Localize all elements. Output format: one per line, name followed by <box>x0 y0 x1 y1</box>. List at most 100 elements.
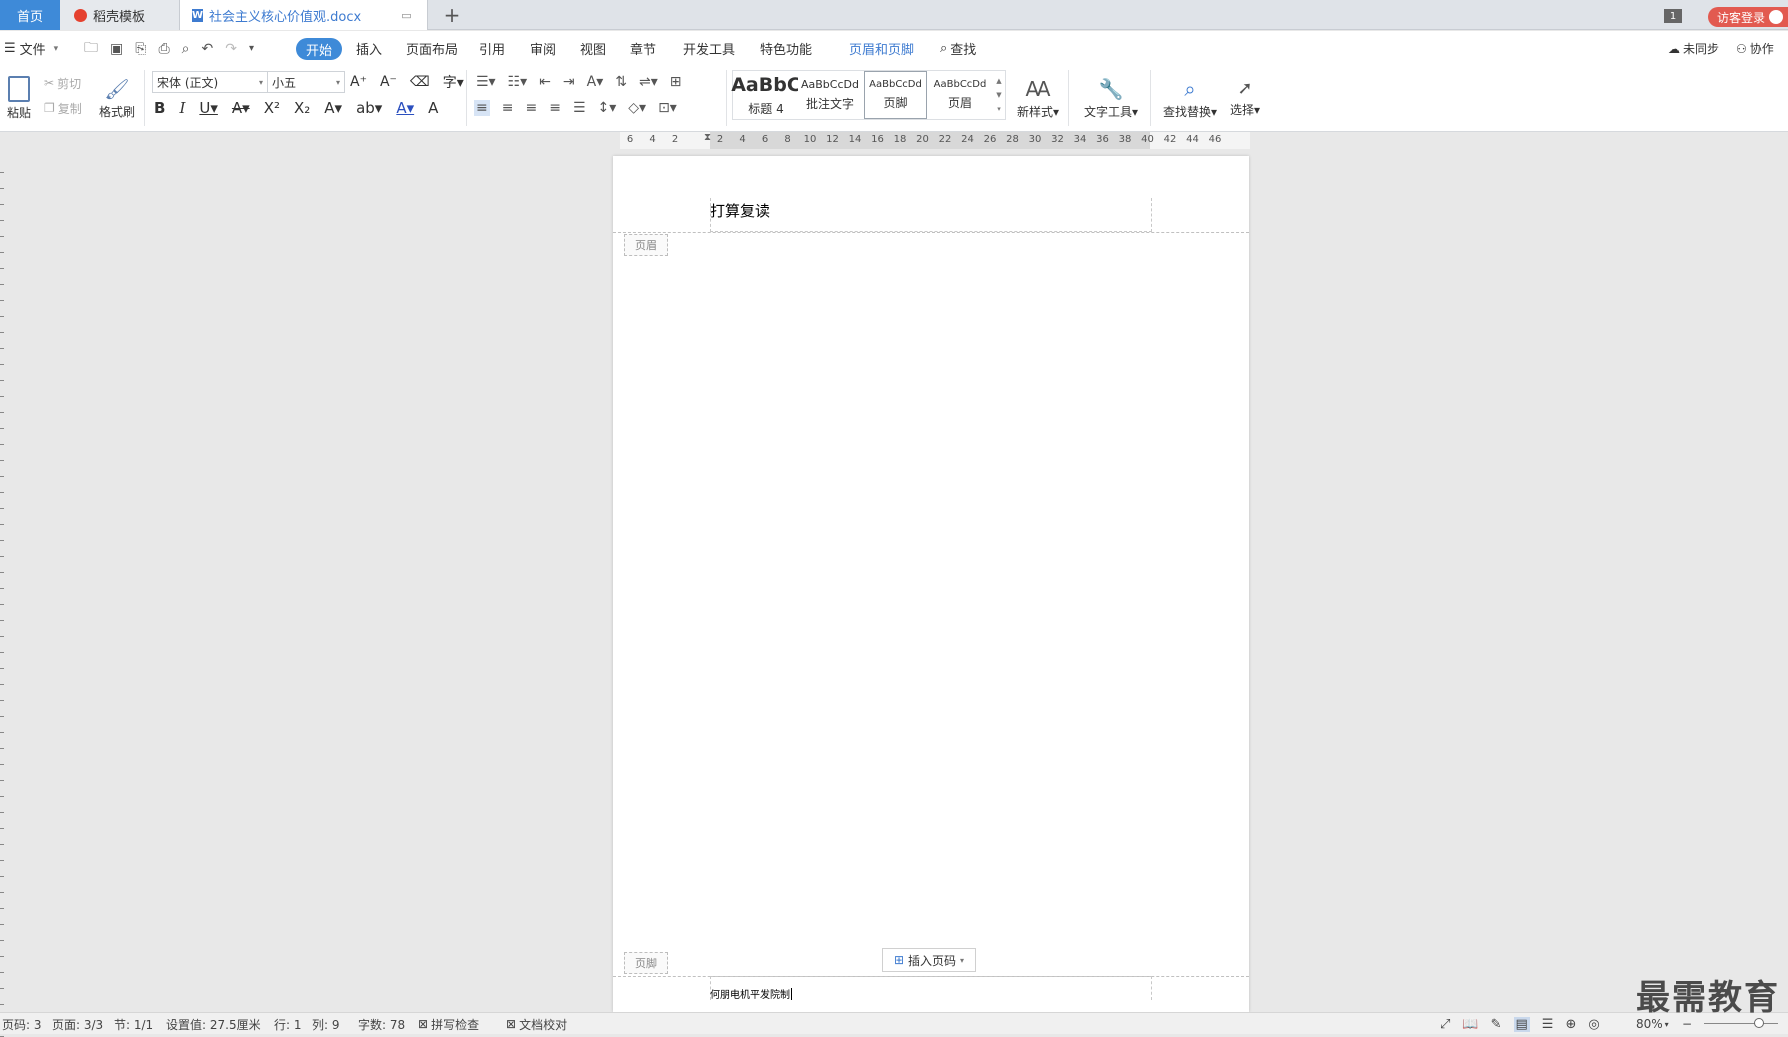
menu-tab-view[interactable]: 视图 <box>580 31 606 66</box>
tab-home[interactable]: 首页 <box>0 0 60 30</box>
outdent-icon[interactable]: ⇤ <box>539 74 551 90</box>
subscript-icon[interactable]: X₂ <box>294 99 310 117</box>
justify-icon[interactable]: ≡ <box>549 100 561 116</box>
collab-button[interactable]: ⚇ 协作 <box>1736 31 1774 66</box>
insert-page-number-button[interactable]: ⊞ 插入页码 ▾ <box>882 948 976 972</box>
menu-tab-reference[interactable]: 引用 <box>479 31 505 66</box>
reading-view-icon[interactable]: 📖 <box>1462 1017 1478 1032</box>
menu-tab-review[interactable]: 审阅 <box>530 31 556 66</box>
line-spacing-icon[interactable]: ⇌▾ <box>639 74 658 90</box>
menu-tab-features[interactable]: 特色功能 <box>760 31 812 66</box>
table-grid-icon[interactable]: ⊞ <box>670 74 682 90</box>
eye-protection-icon[interactable]: ◎ <box>1588 1017 1599 1032</box>
format-painter-button[interactable]: 🖌 格式刷 <box>96 72 138 124</box>
status-row[interactable]: 行: 1 <box>274 1013 302 1035</box>
print-icon[interactable]: ⎙ <box>158 41 169 57</box>
file-menu[interactable]: ☰ 文件 ▾ <box>4 31 58 66</box>
new-tab-button[interactable]: + <box>436 0 468 30</box>
style-heading4[interactable]: AaBbC 标题 4 <box>731 71 801 119</box>
login-button[interactable]: 访客登录 <box>1708 7 1788 27</box>
menu-tab-insert[interactable]: 插入 <box>356 31 382 66</box>
menu-tab-header-footer[interactable]: 页眉和页脚 <box>849 31 914 66</box>
tab-document[interactable]: W 社会主义核心价值观.docx ▭ <box>180 0 428 30</box>
text-effect-icon[interactable]: A▾ <box>324 99 342 117</box>
header-text[interactable]: 打算复读 <box>710 200 770 221</box>
sort-icon[interactable]: ⇅ <box>615 74 627 90</box>
window-count-badge[interactable]: 1 <box>1664 9 1682 23</box>
superscript-icon[interactable]: X² <box>264 99 280 117</box>
styles-scroll[interactable]: ▲ ▼ ▾ <box>994 71 1004 119</box>
shrink-font-icon[interactable]: A⁻ <box>380 74 397 90</box>
menu-tab-developer[interactable]: 开发工具 <box>683 31 735 66</box>
strikethrough-icon[interactable]: A▾ <box>232 99 250 117</box>
tab-template[interactable]: 稻壳模板 <box>60 0 180 30</box>
indent-marker-icon[interactable]: ⧗ <box>704 132 711 143</box>
select-button[interactable]: ➚ 选择▾ <box>1226 72 1264 124</box>
distribute-icon[interactable]: ☰ <box>573 100 586 116</box>
paste-button[interactable]: 粘贴 <box>2 72 36 124</box>
font-name-select[interactable]: 宋体 (正文) ▾ <box>152 71 268 93</box>
doc-proof-button[interactable]: ⊠ 文档校对 <box>506 1013 567 1035</box>
number-list-icon[interactable]: ☷▾ <box>508 74 528 90</box>
new-style-button[interactable]: Ꜳ 新样式▾ <box>1012 72 1064 124</box>
spell-check-button[interactable]: ⊠ 拼写检查 <box>418 1013 479 1035</box>
grow-font-icon[interactable]: A⁺ <box>350 74 367 90</box>
cut-button[interactable]: ✂ 剪切 <box>44 74 81 92</box>
italic-icon[interactable]: I <box>179 99 185 117</box>
web-view-icon[interactable]: ⊕ <box>1565 1017 1576 1032</box>
font-size-select[interactable]: 小五 ▾ <box>267 71 345 93</box>
text-tools-button[interactable]: 🔧 文字工具▾ <box>1080 72 1142 124</box>
vertical-ruler[interactable] <box>0 132 6 1037</box>
status-setting[interactable]: 设置值: 27.5厘米 <box>166 1013 261 1035</box>
edit-icon[interactable]: ✎ <box>1491 1017 1502 1032</box>
fullscreen-icon[interactable]: ⤢ <box>1440 1017 1450 1032</box>
style-comment-text[interactable]: AaBbCcDd 批注文字 <box>798 71 862 119</box>
document-page[interactable] <box>613 156 1249 1012</box>
expand-icon: ▾ <box>997 105 1001 113</box>
bullet-list-icon[interactable]: ☰▾ <box>476 74 496 90</box>
status-page-code[interactable]: 页码: 3 <box>2 1013 42 1035</box>
indent-icon[interactable]: ⇥ <box>563 74 575 90</box>
status-section[interactable]: 节: 1/1 <box>114 1013 153 1035</box>
preview-icon[interactable]: ⌕ <box>182 41 190 57</box>
more-icon[interactable]: ▾ <box>249 43 254 54</box>
page-view-icon[interactable]: ▤ <box>1513 1016 1530 1032</box>
screen-icon[interactable]: ▭ <box>401 9 411 22</box>
menu-tab-start[interactable]: 开始 <box>296 38 343 60</box>
text-direction-icon[interactable]: A▾ <box>587 74 604 90</box>
zoom-slider-thumb[interactable] <box>1754 1018 1764 1028</box>
copy-button[interactable]: ❐ 复制 <box>44 99 82 117</box>
shading-icon[interactable]: ◇▾ <box>628 100 646 116</box>
zoom-slider[interactable] <box>1704 1023 1778 1024</box>
align-center-icon[interactable]: ≡ <box>502 100 514 116</box>
underline-icon[interactable]: U▾ <box>199 99 218 117</box>
highlight-icon[interactable]: ab▾ <box>356 99 382 117</box>
undo-icon[interactable]: ↶ <box>201 41 213 57</box>
status-chars[interactable]: 字数: 78 <box>358 1013 405 1035</box>
menu-tab-layout[interactable]: 页面布局 <box>406 31 458 66</box>
status-col[interactable]: 列: 9 <box>312 1013 340 1035</box>
style-footer[interactable]: AaBbCcDd 页脚 <box>864 71 927 119</box>
open-icon[interactable]: 🗀 <box>84 37 98 61</box>
menu-tab-chapter[interactable]: 章节 <box>630 31 656 66</box>
eraser-icon[interactable]: ⌫ <box>410 74 430 90</box>
save-icon[interactable]: ▣ <box>110 41 123 57</box>
export-icon[interactable]: ⎘ <box>135 41 146 57</box>
font-color-icon[interactable]: A▾ <box>396 99 414 117</box>
header-edit-area[interactable] <box>710 198 1152 232</box>
align-right-icon[interactable]: ≡ <box>525 100 537 116</box>
spacing-icon[interactable]: ↕▾ <box>598 100 617 116</box>
style-header[interactable]: AaBbCcDd 页眉 <box>928 71 992 119</box>
align-left-icon[interactable]: ≡ <box>474 100 490 116</box>
phonetic-icon[interactable]: 字▾ <box>443 72 464 92</box>
border-icon[interactable]: ⊡▾ <box>658 100 677 116</box>
footer-text[interactable]: 何朋电机平发院制 <box>710 986 792 1001</box>
char-shading-icon[interactable]: A <box>428 99 438 117</box>
sync-status[interactable]: ☁ 未同步 <box>1668 31 1719 66</box>
menu-find[interactable]: ⌕ 查找 <box>940 31 976 66</box>
outline-view-icon[interactable]: ☰ <box>1542 1017 1554 1032</box>
bold-icon[interactable]: B <box>154 99 165 117</box>
find-replace-button[interactable]: ⌕ 查找替换▾ <box>1160 72 1220 124</box>
status-page[interactable]: 页面: 3/3 <box>52 1013 103 1035</box>
redo-icon[interactable]: ↷ <box>225 41 237 57</box>
